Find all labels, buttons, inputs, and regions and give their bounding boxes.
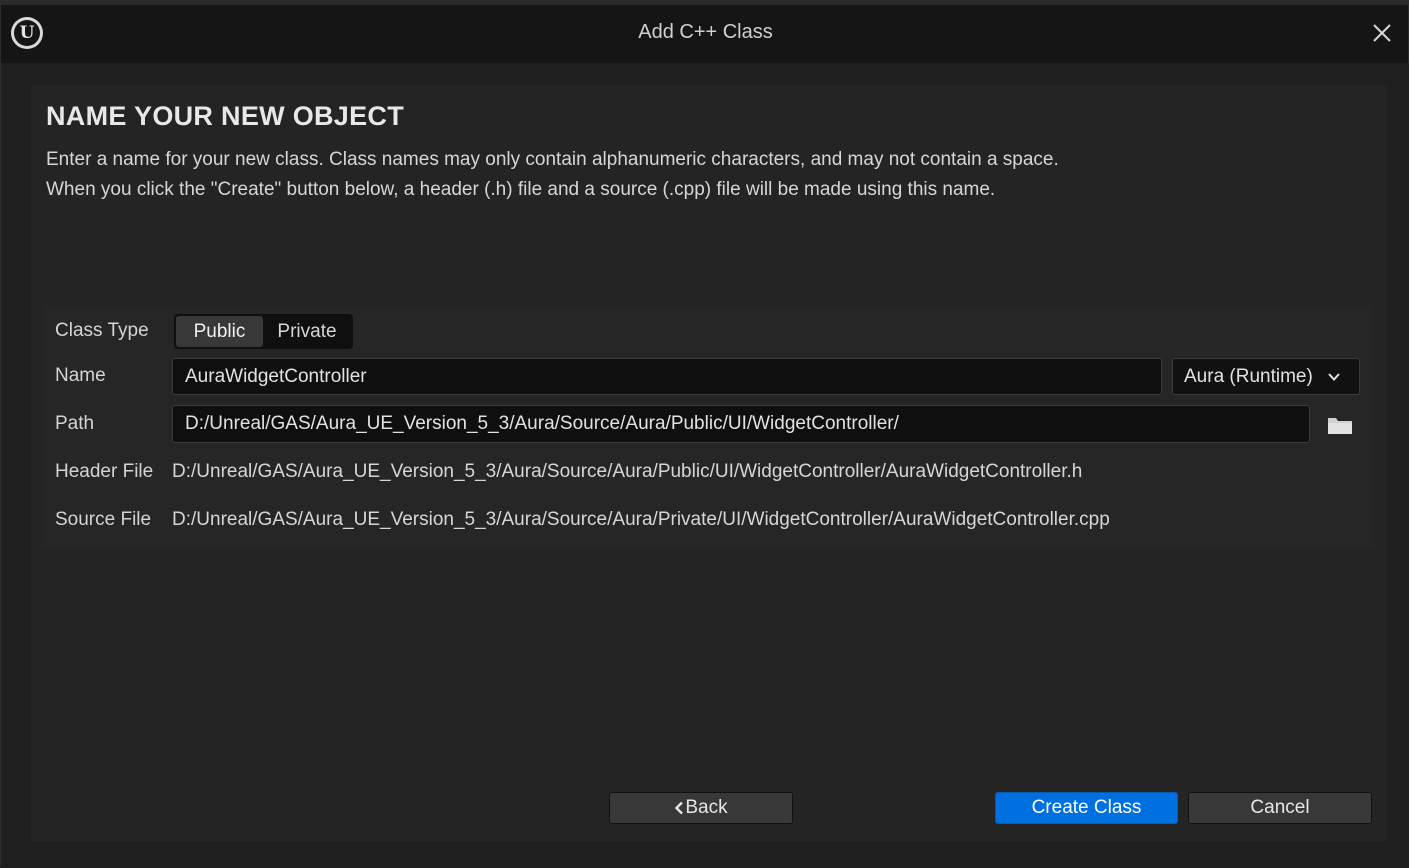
path-input[interactable]: D:/Unreal/GAS/Aura_UE_Version_5_3/Aura/S… [172,405,1310,443]
class-type-toggle: Public Private [174,314,353,349]
create-class-button-label: Create Class [1031,797,1142,818]
cancel-button-label: Cancel [1250,797,1310,818]
chevron-left-icon [675,801,684,815]
class-name-value: AuraWidgetController [185,365,367,387]
path-value: D:/Unreal/GAS/Aura_UE_Version_5_3/Aura/S… [185,413,899,434]
class-type-public-option[interactable]: Public [176,316,263,347]
close-icon[interactable] [1370,21,1394,45]
create-class-button[interactable]: Create Class [995,792,1178,824]
back-button[interactable]: Back [609,792,793,824]
window-title: Add C++ Class [638,21,773,43]
chevron-down-icon [1328,373,1340,381]
module-dropdown-value: Aura (Runtime) [1184,365,1313,387]
header-file-value: D:/Unreal/GAS/Aura_UE_Version_5_3/Aura/S… [172,461,1083,482]
source-file-value: D:/Unreal/GAS/Aura_UE_Version_5_3/Aura/S… [172,509,1110,530]
class-type-private-option[interactable]: Private [263,316,351,347]
folder-icon[interactable] [1324,414,1356,438]
path-label: Path [55,413,95,434]
description-line-2: When you click the "Create" button below… [46,179,996,200]
source-file-label: Source File [55,509,152,530]
class-type-label: Class Type [55,320,149,341]
title-bar: U Add C++ Class [1,5,1409,63]
page-heading: NAME YOUR NEW OBJECT [46,101,405,131]
add-class-dialog: U Add C++ Class NAME YOUR NEW OBJECT Ent… [0,0,1409,868]
class-name-input[interactable]: AuraWidgetController [172,358,1162,395]
description-line-1: Enter a name for your new class. Class n… [46,149,1059,170]
header-file-label: Header File [55,461,154,482]
back-button-label: Back [685,797,728,818]
cancel-button[interactable]: Cancel [1188,792,1372,824]
name-label: Name [55,365,106,386]
module-dropdown[interactable]: Aura (Runtime) [1172,358,1360,395]
